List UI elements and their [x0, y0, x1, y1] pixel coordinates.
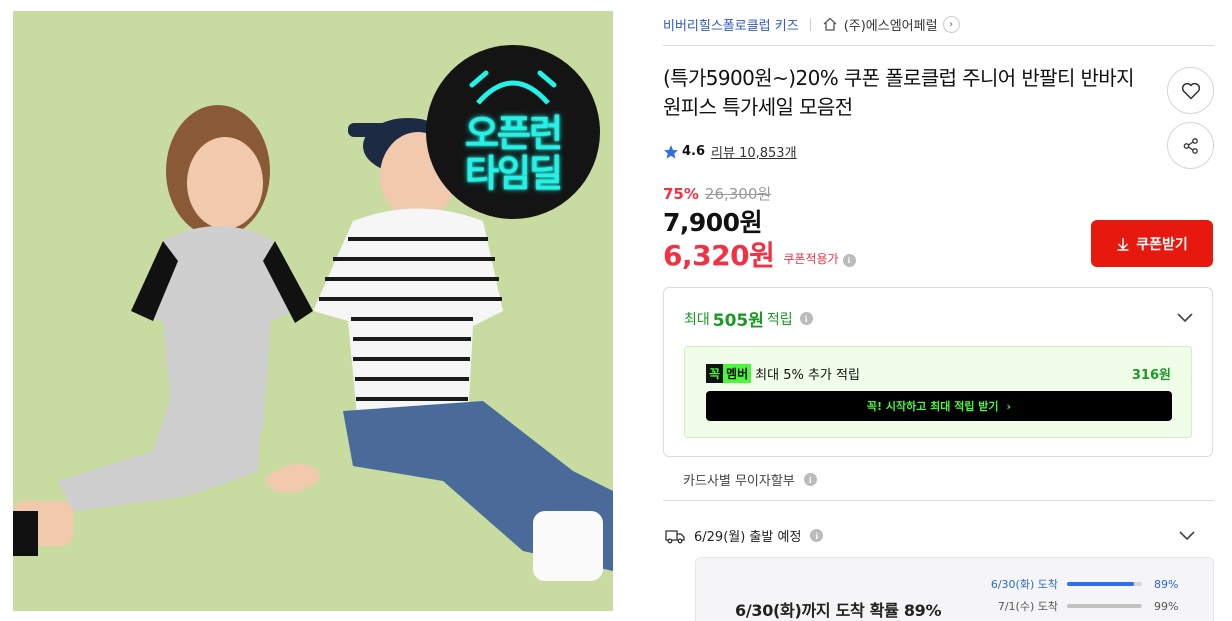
like-button[interactable]	[1167, 67, 1214, 114]
original-price: 26,300원	[704, 185, 772, 203]
points-prefix: 최대	[684, 311, 710, 328]
chevron-right-icon[interactable]: ›	[942, 15, 960, 33]
coupon-price-row: 6,320원 쿠폰적용가 i	[663, 234, 856, 274]
breadcrumb: 비버리힐스폴로클럽 키즈 (주)에스엠어페럴 ›	[663, 14, 960, 34]
share-icon	[1183, 137, 1198, 154]
probability-bar-fill	[1067, 582, 1134, 586]
timedeal-text-line2: 타임딜	[464, 152, 563, 195]
info-icon[interactable]: i	[799, 312, 813, 325]
points-amount: 505원	[712, 311, 764, 331]
member-points-box: 꼭 멤버 최대 5% 추가 적립 316원 꼭! 시작하고 최대 적립 받기 ›	[684, 346, 1192, 438]
delivery-date: 7/1(수) 도착	[997, 600, 1058, 613]
seller-link[interactable]: (주)에스엠어페럴	[844, 15, 938, 34]
product-info-panel: 비버리힐스폴로클럽 키즈 (주)에스엠어페럴 › (특가5900원~)20% 쿠…	[663, 0, 1214, 621]
coupon-price-label: 쿠폰적용가 i	[783, 250, 856, 267]
installment-label: 카드사별 무이자할부	[683, 474, 795, 489]
brand-link[interactable]: 비버리힐스폴로클럽 키즈	[663, 15, 799, 34]
delivery-probability-headline: 6/30(화)까지 도착 확률 89%	[735, 601, 942, 620]
member-badge-member: 멤버	[723, 364, 752, 383]
member-signup-button[interactable]: 꼭! 시작하고 최대 적립 받기 ›	[706, 391, 1172, 421]
shipping-row: 6/29(월) 출발 예정 i	[665, 526, 824, 545]
rating: 4.6 리뷰 10,853개	[663, 142, 797, 161]
coupon-price-label-text: 쿠폰적용가	[783, 252, 839, 266]
share-button[interactable]	[1167, 122, 1214, 169]
delivery-percent: 89%	[1154, 577, 1179, 591]
info-icon[interactable]: i	[810, 529, 824, 542]
discount-rate: 75%	[663, 184, 699, 203]
member-signup-label: 꼭! 시작하고 최대 적립 받기	[866, 400, 999, 413]
delivery-probability-box: 6/30(화)까지 도착 확률 89% 6/30(화) 도착 89% 7/1(수…	[695, 557, 1214, 621]
star-icon	[664, 144, 678, 159]
delivery-probability-row: 6/30(화) 도착 89%	[946, 576, 1186, 592]
discount-row: 75% 26,300원	[663, 183, 771, 204]
member-points-text: 최대 5% 추가 적립	[755, 368, 860, 383]
delivery-percent: 99%	[1154, 599, 1179, 613]
chevron-right-icon: ›	[1006, 399, 1012, 413]
member-badge-ggok: 꼭	[706, 364, 724, 383]
coupon-price: 6,320원	[663, 239, 775, 272]
download-icon	[1117, 237, 1129, 251]
truck-icon	[665, 529, 685, 543]
chevron-down-icon[interactable]	[1176, 308, 1194, 326]
review-count-link[interactable]: 리뷰 10,853개	[711, 142, 797, 161]
probability-bar-fill	[1067, 604, 1142, 608]
info-icon[interactable]: i	[803, 473, 817, 486]
delivery-probability-row: 7/1(수) 도착 99%	[946, 598, 1186, 614]
delivery-date: 6/30(화) 도착	[990, 578, 1058, 591]
points-headline: 최대 505원 적립 i	[684, 306, 813, 331]
member-points-amount: 316원	[1131, 368, 1171, 383]
probability-bar	[1067, 582, 1142, 586]
timedeal-badge: 오픈런 타임딜	[426, 45, 600, 219]
probability-bar	[1067, 604, 1142, 608]
home-icon	[823, 17, 837, 31]
divider	[663, 500, 1214, 501]
points-panel: 최대 505원 적립 i 꼭 멤버 최대 5% 추가 적립 316원 꼭! 시작…	[663, 287, 1213, 457]
product-title: (특가5900원~)20% 쿠폰 폴로클럽 주니어 반팔티 반바지 원피스 특가…	[663, 66, 1135, 119]
member-points-row: 꼭 멤버 최대 5% 추가 적립 316원	[706, 364, 1171, 383]
installment-row[interactable]: 카드사별 무이자할부 i	[683, 470, 817, 489]
departure-date: 6/29(월) 출발 예정	[694, 530, 802, 545]
product-image[interactable]: 오픈런 타임딜	[13, 11, 613, 611]
points-suffix: 적립	[766, 311, 793, 328]
heart-icon	[1181, 82, 1200, 99]
info-icon[interactable]: i	[842, 253, 856, 267]
timedeal-text-line1: 오픈런	[464, 112, 563, 155]
coupon-button-label: 쿠폰받기	[1136, 236, 1188, 253]
coupon-download-button[interactable]: 쿠폰받기	[1091, 220, 1213, 267]
chevron-down-icon[interactable]	[1178, 526, 1196, 544]
breadcrumb-divider	[809, 17, 811, 31]
rating-score: 4.6	[682, 144, 706, 159]
divider	[663, 45, 1214, 46]
